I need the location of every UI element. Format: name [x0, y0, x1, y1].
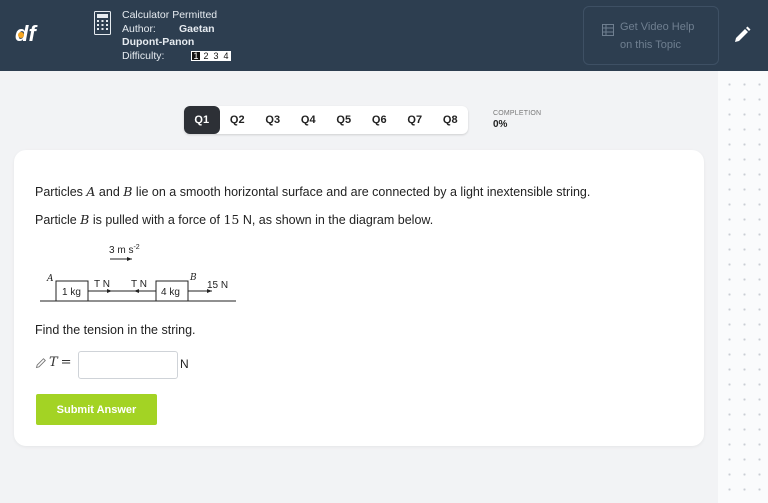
question-line-2: Particle B is pulled with a force of 15 … — [35, 212, 434, 227]
df-logo[interactable]: df — [15, 20, 45, 46]
label-a: A — [46, 274, 54, 284]
tension-left-label: T N — [94, 279, 110, 290]
tab-q7[interactable]: Q7 — [397, 106, 433, 134]
force-label: 15 N — [207, 280, 228, 291]
particles-diagram: 3 m s-2 A 1 kg T N T N 4 kg B 15 N — [40, 244, 236, 302]
tension-answer-input[interactable] — [78, 351, 178, 379]
question-line-1: Particles A and B lie on a smooth horizo… — [35, 184, 591, 199]
tab-q1[interactable]: Q1 — [184, 106, 220, 134]
author-surname: Dupont-Panon — [122, 36, 195, 48]
mass-a-label: 1 kg — [62, 287, 81, 298]
acceleration-label: 3 m s-2 — [109, 244, 140, 256]
author-name: Gaetan — [179, 22, 215, 35]
tab-q6[interactable]: Q6 — [362, 106, 398, 134]
question-meta: Calculator Permitted Author: Gaetan Dupo… — [122, 9, 231, 63]
mass-b-label: 4 kg — [161, 287, 180, 298]
calculator-permitted-label: Calculator Permitted — [122, 9, 218, 21]
video-help-line2: on this Topic — [620, 39, 681, 51]
dotted-side-panel — [718, 71, 768, 503]
submit-answer-button[interactable]: Submit Answer — [36, 394, 157, 425]
video-help-line1: Get Video Help — [620, 21, 695, 33]
tab-q2[interactable]: Q2 — [220, 106, 256, 134]
author-key: Author: — [122, 22, 156, 35]
tab-q5[interactable]: Q5 — [326, 106, 362, 134]
completion-indicator: COMPLETION 0% — [493, 110, 541, 130]
tab-q3[interactable]: Q3 — [255, 106, 291, 134]
difficulty-key: Difficulty: — [122, 49, 165, 62]
difficulty-indicator: 1 2 3 4 — [191, 50, 231, 64]
question-card: Particles A and B lie on a smooth horizo… — [14, 150, 704, 446]
top-header: df Calculator Permitted Author: Gaetan D… — [0, 0, 768, 71]
answer-variable: T — [49, 355, 58, 370]
video-icon — [602, 24, 614, 36]
label-b: B — [189, 273, 197, 283]
video-help-button[interactable]: Get Video Help on this Topic — [583, 6, 719, 65]
tab-q8[interactable]: Q8 — [433, 106, 469, 134]
difficulty-level-1: 1 — [191, 51, 201, 62]
tension-right-label: T N — [131, 279, 147, 290]
difficulty-level-4: 4 — [221, 51, 231, 62]
calculator-icon — [94, 11, 111, 35]
find-instruction: Find the tension in the string. — [35, 323, 196, 337]
answer-label: T = — [35, 355, 72, 370]
answer-unit: N — [180, 357, 189, 371]
pencil-outline-icon — [35, 357, 46, 368]
completion-label: COMPLETION — [493, 110, 542, 117]
difficulty-level-2: 2 — [201, 51, 211, 62]
pencil-icon[interactable] — [732, 25, 752, 45]
completion-value: 0% — [493, 119, 508, 130]
tab-q4[interactable]: Q4 — [291, 106, 327, 134]
answer-equals: = — [60, 355, 72, 370]
difficulty-level-3: 3 — [211, 51, 221, 62]
question-tabs: Q1 Q2 Q3 Q4 Q5 Q6 Q7 Q8 — [184, 106, 468, 134]
